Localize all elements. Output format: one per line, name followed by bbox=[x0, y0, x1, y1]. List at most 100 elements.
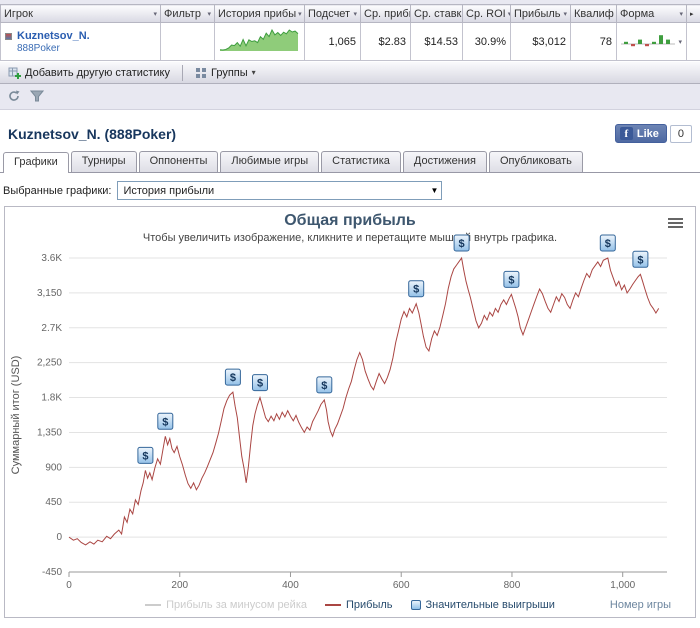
table-header-row: Игрок▾ Фильтр▾ История прибы▾ Подсчет▾ С… bbox=[1, 5, 700, 23]
svg-text:3.6K: 3.6K bbox=[41, 253, 62, 264]
table-toolbar: Добавить другую статистику Группы ▾ bbox=[0, 61, 700, 84]
profit-line-chart[interactable]: -45004509001,3501.8K2,2502.7K3,1503.6K02… bbox=[5, 246, 695, 598]
form-bars-chart bbox=[621, 32, 675, 52]
player-site[interactable]: 888Poker bbox=[17, 43, 60, 54]
col-profit-history[interactable]: История прибы▾ bbox=[215, 5, 305, 23]
svg-text:600: 600 bbox=[393, 580, 410, 591]
quick-actions bbox=[0, 84, 700, 109]
tab-publish[interactable]: Опубликовать bbox=[489, 151, 583, 172]
chart-type-select[interactable]: История прибыли ▼ bbox=[117, 181, 442, 200]
svg-text:1,000: 1,000 bbox=[610, 580, 635, 591]
chevron-down-icon: ▼ bbox=[431, 186, 439, 195]
svg-text:800: 800 bbox=[504, 580, 521, 591]
svg-text:$: $ bbox=[637, 254, 643, 266]
col-avg-roi[interactable]: Ср. ROI▾ bbox=[463, 5, 511, 23]
facebook-icon: f bbox=[620, 127, 633, 140]
svg-text:3,150: 3,150 bbox=[37, 288, 62, 299]
svg-text:450: 450 bbox=[45, 497, 62, 508]
fb-like-button[interactable]: f Like bbox=[615, 124, 667, 143]
column-menu-icon[interactable]: ▾ bbox=[353, 10, 357, 18]
profit-history-cell[interactable] bbox=[215, 23, 305, 61]
column-menu-icon[interactable]: ▾ bbox=[153, 10, 157, 18]
svg-text:1,350: 1,350 bbox=[37, 427, 62, 438]
col-avg-stake[interactable]: Ср. ставк:▾ bbox=[411, 5, 463, 23]
legend-item-profit[interactable]: Прибыль bbox=[325, 599, 393, 611]
svg-text:$: $ bbox=[321, 380, 327, 392]
legend-item-rake[interactable]: Прибыль за минусом рейка bbox=[145, 599, 307, 611]
groups-icon bbox=[195, 67, 207, 79]
svg-text:2,250: 2,250 bbox=[37, 358, 62, 369]
svg-text:$: $ bbox=[142, 450, 148, 462]
col-filter[interactable]: Фильтр▾ bbox=[161, 5, 215, 23]
chart-menu-icon[interactable] bbox=[668, 216, 683, 230]
tab-favorite-games[interactable]: Любимые игры bbox=[220, 151, 319, 172]
chevron-down-icon[interactable]: ▾ bbox=[678, 38, 682, 46]
svg-text:Суммарный итог (USD): Суммарный итог (USD) bbox=[10, 356, 22, 475]
legend-item-big-wins[interactable]: Значительные выигрыши bbox=[411, 599, 555, 611]
col-player[interactable]: Игрок▾ bbox=[1, 5, 161, 23]
form-cell[interactable]: ▾ bbox=[617, 23, 687, 61]
toolbar-separator bbox=[182, 65, 183, 81]
chart-title: Общая прибыль bbox=[5, 212, 695, 230]
column-menu-icon[interactable]: ▾ bbox=[563, 10, 567, 18]
svg-text:$: $ bbox=[605, 238, 611, 250]
column-menu-icon[interactable]: ▾ bbox=[679, 10, 683, 18]
page-title: Kuznetsov_N. (888Poker) bbox=[8, 126, 176, 142]
tab-statistics[interactable]: Статистика bbox=[321, 151, 401, 172]
avg-roi-cell: 30.9% bbox=[463, 23, 511, 61]
svg-text:$: $ bbox=[459, 238, 465, 250]
legend-swatch bbox=[145, 604, 161, 606]
col-profit[interactable]: Прибыль▾ bbox=[511, 5, 571, 23]
col-qualified[interactable]: Квалиф▾ bbox=[571, 5, 617, 23]
column-menu-icon[interactable]: ▾ bbox=[298, 10, 302, 18]
table-scroll-button[interactable]: ▸ bbox=[687, 5, 700, 23]
tab-achievements[interactable]: Достижения bbox=[403, 151, 487, 172]
add-table-icon bbox=[8, 66, 21, 79]
profit-cell: $3,012 bbox=[511, 23, 571, 61]
table-scroll-button[interactable] bbox=[687, 23, 700, 61]
svg-text:1.8K: 1.8K bbox=[41, 393, 62, 404]
svg-text:0: 0 bbox=[66, 580, 72, 591]
column-menu-icon[interactable]: ▾ bbox=[207, 10, 211, 18]
col-form[interactable]: Форма▾ bbox=[617, 5, 687, 23]
svg-text:$: $ bbox=[230, 372, 236, 384]
profit-chart-panel: Общая прибыль Чтобы увеличить изображени… bbox=[4, 206, 696, 618]
tab-charts[interactable]: Графики bbox=[3, 152, 69, 173]
svg-text:0: 0 bbox=[56, 532, 62, 543]
svg-text:$: $ bbox=[508, 274, 514, 286]
count-cell: 1,065 bbox=[305, 23, 361, 61]
add-statistic-button[interactable]: Добавить другую статистику bbox=[4, 65, 174, 80]
player-link[interactable]: Kuznetsov_N. bbox=[17, 30, 90, 42]
svg-text:400: 400 bbox=[282, 580, 299, 591]
col-count[interactable]: Подсчет▾ bbox=[305, 5, 361, 23]
x-axis-title: Номер игры bbox=[610, 599, 671, 611]
stats-table: Игрок▾ Фильтр▾ История прибы▾ Подсчет▾ С… bbox=[0, 4, 700, 61]
svg-text:$: $ bbox=[257, 378, 263, 390]
stats-table-area: Игрок▾ Фильтр▾ История прибы▾ Подсчет▾ С… bbox=[0, 0, 700, 110]
table-row: Kuznetsov_N. 888Poker 1,065 $2.83 $14.53… bbox=[1, 23, 700, 61]
legend-swatch bbox=[411, 600, 421, 610]
filter-icon[interactable] bbox=[29, 88, 44, 103]
chart-subtitle: Чтобы увеличить изображение, кликните и … bbox=[5, 232, 695, 244]
qualified-cell: 78 bbox=[571, 23, 617, 61]
tab-tournaments[interactable]: Турниры bbox=[71, 151, 137, 172]
col-avg-profit[interactable]: Ср. прибы▾ bbox=[361, 5, 411, 23]
groups-button[interactable]: Группы ▾ bbox=[191, 66, 260, 80]
tab-opponents[interactable]: Оппоненты bbox=[139, 151, 219, 172]
tab-bar: Графики Турниры Оппоненты Любимые игры С… bbox=[0, 151, 700, 173]
filter-cell[interactable] bbox=[161, 23, 215, 61]
svg-text:-450: -450 bbox=[42, 567, 62, 578]
chart-select-label: Выбранные графики: bbox=[3, 185, 111, 197]
fb-like-widget: f Like 0 bbox=[615, 124, 692, 143]
player-page: Kuznetsov_N. (888Poker) f Like 0 Графики… bbox=[0, 124, 700, 628]
svg-text:$: $ bbox=[162, 416, 168, 428]
avg-stake-cell: $14.53 bbox=[411, 23, 463, 61]
fb-like-count: 0 bbox=[670, 125, 692, 143]
player-status-icon bbox=[5, 33, 12, 40]
svg-text:2.7K: 2.7K bbox=[41, 323, 62, 334]
refresh-icon[interactable] bbox=[6, 88, 21, 103]
legend-swatch bbox=[325, 604, 341, 606]
svg-text:900: 900 bbox=[45, 462, 62, 473]
chevron-down-icon: ▾ bbox=[252, 68, 256, 77]
svg-text:$: $ bbox=[413, 284, 419, 296]
